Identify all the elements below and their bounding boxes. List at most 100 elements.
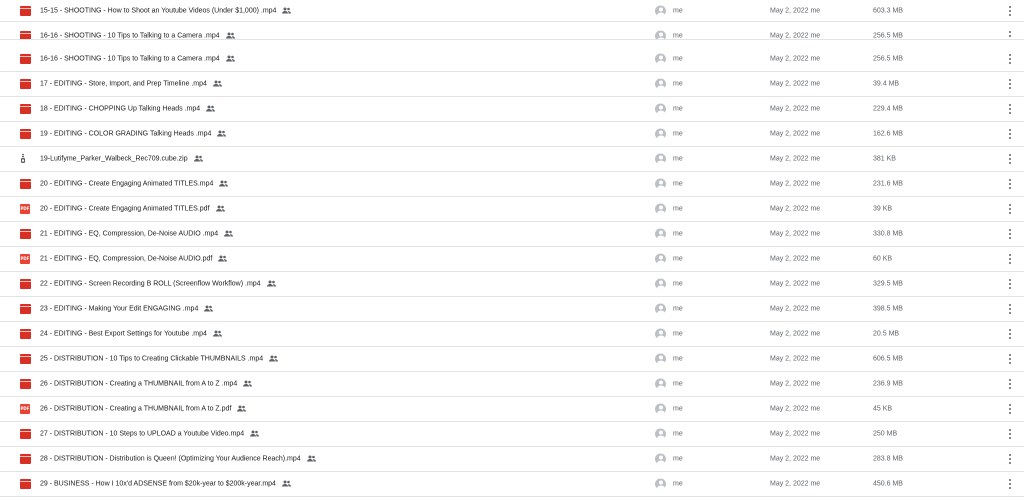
shared-people-icon <box>266 280 276 287</box>
more-vert-icon[interactable] <box>1006 328 1014 340</box>
more-vert-icon[interactable] <box>1006 378 1014 390</box>
file-size: 229.4 MB <box>873 105 903 113</box>
file-name[interactable]: 16-16 - SHOOTING - 10 Tips to Talking to… <box>40 56 235 63</box>
more-vert-icon[interactable] <box>1006 78 1014 90</box>
file-name[interactable]: 26 - DISTRIBUTION - Creating a THUMBNAIL… <box>40 380 253 388</box>
file-name[interactable]: 20 - EDITING - Create Engaging Animated … <box>40 181 229 188</box>
more-vert-icon[interactable] <box>1006 30 1014 39</box>
file-row[interactable]: 16-16 - SHOOTING - 10 Tips to Talking to… <box>0 22 1024 40</box>
pdf-file-icon <box>20 254 30 264</box>
file-row[interactable]: 28 - DISTRIBUTION - Distribution is Quee… <box>0 447 1024 472</box>
owner-label: me <box>673 32 683 40</box>
more-vert-icon[interactable] <box>1006 178 1014 190</box>
file-name-text: 19-Lutifyme_Parker_Walbeck_Rec709.cube.z… <box>40 155 188 163</box>
more-vert-icon[interactable] <box>1006 278 1014 290</box>
file-name[interactable]: 25 - DISTRIBUTION - 10 Tips to Creating … <box>40 355 279 363</box>
file-row[interactable]: 20 - EDITING - Create Engaging Animated … <box>0 172 1024 197</box>
user-avatar-icon <box>655 203 666 215</box>
user-avatar-icon <box>655 328 666 340</box>
shared-people-icon <box>250 430 260 437</box>
more-vert-icon[interactable] <box>1006 453 1014 465</box>
file-size: 603.3 MB <box>873 7 903 14</box>
last-modified: May 2, 2022 me <box>770 280 821 288</box>
more-vert-icon[interactable] <box>1006 153 1014 165</box>
more-vert-icon[interactable] <box>1006 128 1014 140</box>
file-name-text: 21 - EDITING - EQ, Compression, De-Noise… <box>40 230 219 238</box>
file-row[interactable]: 21 - EDITING - EQ, Compression, De-Noise… <box>0 222 1024 247</box>
file-row[interactable]: 20 - EDITING - Create Engaging Animated … <box>0 197 1024 222</box>
shared-people-icon <box>237 405 247 412</box>
zip-file-icon <box>20 154 26 164</box>
file-row[interactable]: 18 - EDITING - CHOPPING Up Talking Heads… <box>0 97 1024 122</box>
file-row[interactable]: 21 - EDITING - EQ, Compression, De-Noise… <box>0 247 1024 272</box>
user-avatar-icon <box>655 403 666 415</box>
more-vert-icon[interactable] <box>1006 428 1014 440</box>
file-name-text: 23 - EDITING - Making Your Edit ENGAGING… <box>40 305 199 313</box>
file-name[interactable]: 28 - DISTRIBUTION - Distribution is Quee… <box>40 456 316 463</box>
file-row[interactable]: 24 - EDITING - Best Export Settings for … <box>0 322 1024 347</box>
owner-label: me <box>673 230 683 238</box>
more-vert-icon[interactable] <box>1006 228 1014 240</box>
file-row[interactable]: 16-16 - SHOOTING - 10 Tips to Talking to… <box>0 47 1024 72</box>
more-vert-icon[interactable] <box>1006 403 1014 415</box>
video-file-icon <box>20 329 31 339</box>
file-name[interactable]: 21 - EDITING - EQ, Compression, De-Noise… <box>40 230 234 238</box>
file-row[interactable]: 26 - DISTRIBUTION - Creating a THUMBNAIL… <box>0 397 1024 422</box>
last-modified: May 2, 2022 me <box>770 430 821 438</box>
file-name[interactable]: 26 - DISTRIBUTION - Creating a THUMBNAIL… <box>40 405 247 413</box>
file-name[interactable]: 19 - EDITING - COLOR GRADING Talking Hea… <box>40 131 227 138</box>
shared-people-icon <box>225 55 235 62</box>
last-modified: May 2, 2022 me <box>770 55 821 63</box>
file-name[interactable]: 21 - EDITING - EQ, Compression, De-Noise… <box>40 256 228 263</box>
shared-people-icon <box>243 380 253 387</box>
file-row[interactable]: 22 - EDITING - Screen Recording B ROLL (… <box>0 272 1024 297</box>
file-name[interactable]: 16-16 - SHOOTING - 10 Tips to Talking to… <box>40 33 235 39</box>
file-size: 606.5 MB <box>873 355 903 363</box>
more-vert-icon[interactable] <box>1006 303 1014 315</box>
file-name-text: 17 - EDITING - Store, Import, and Prep T… <box>40 80 207 88</box>
file-name[interactable]: 18 - EDITING - CHOPPING Up Talking Heads… <box>40 106 216 113</box>
last-modified: May 2, 2022 me <box>770 130 821 138</box>
shared-people-icon <box>193 155 203 162</box>
file-row[interactable]: 25 - DISTRIBUTION - 10 Tips to Creating … <box>0 347 1024 372</box>
file-row[interactable]: 19-Lutifyme_Parker_Walbeck_Rec709.cube.z… <box>0 147 1024 172</box>
file-row[interactable]: 26 - DISTRIBUTION - Creating a THUMBNAIL… <box>0 372 1024 397</box>
file-name[interactable]: 24 - EDITING - Best Export Settings for … <box>40 331 222 338</box>
file-name[interactable]: 23 - EDITING - Making Your Edit ENGAGING… <box>40 305 214 313</box>
file-name[interactable]: 15-15 - SHOOTING - How to Shoot an Youtu… <box>40 7 292 14</box>
video-file-icon <box>20 31 31 39</box>
owner-label: me <box>673 7 683 14</box>
file-name[interactable]: 27 - DISTRIBUTION - 10 Steps to UPLOAD a… <box>40 430 260 438</box>
file-name[interactable]: 29 - BUSINESS - How I 10x'd ADSENSE from… <box>40 481 291 488</box>
file-name[interactable]: 20 - EDITING - Create Engaging Animated … <box>40 206 225 213</box>
file-size: 330.8 MB <box>873 230 903 238</box>
video-file-icon <box>20 5 31 16</box>
file-row[interactable]: 29 - BUSINESS - How I 10x'd ADSENSE from… <box>0 472 1024 497</box>
owner-label: me <box>673 255 683 263</box>
file-name[interactable]: 22 - EDITING - Screen Recording B ROLL (… <box>40 281 276 288</box>
file-row[interactable]: 15-15 - SHOOTING - How to Shoot an Youtu… <box>0 0 1024 22</box>
more-vert-icon[interactable] <box>1006 103 1014 115</box>
last-modified: May 2, 2022 me <box>770 305 821 313</box>
file-row[interactable]: 23 - EDITING - Making Your Edit ENGAGING… <box>0 297 1024 322</box>
user-avatar-icon <box>655 153 666 165</box>
shared-people-icon <box>306 455 316 462</box>
more-vert-icon[interactable] <box>1006 353 1014 365</box>
user-avatar-icon <box>655 30 666 39</box>
shared-people-icon <box>215 205 225 212</box>
file-row[interactable]: 27 - DISTRIBUTION - 10 Steps to UPLOAD a… <box>0 422 1024 447</box>
more-vert-icon[interactable] <box>1006 53 1014 65</box>
more-vert-icon[interactable] <box>1006 478 1014 490</box>
file-name-text: 25 - DISTRIBUTION - 10 Tips to Creating … <box>40 355 264 363</box>
file-name[interactable]: 19-Lutifyme_Parker_Walbeck_Rec709.cube.z… <box>40 156 203 163</box>
shared-people-icon <box>212 330 222 337</box>
user-avatar-icon <box>655 228 666 240</box>
file-row[interactable]: 17 - EDITING - Store, Import, and Prep T… <box>0 72 1024 97</box>
more-vert-icon[interactable] <box>1006 203 1014 215</box>
file-name[interactable]: 17 - EDITING - Store, Import, and Prep T… <box>40 81 222 88</box>
more-vert-icon[interactable] <box>1006 5 1014 17</box>
more-vert-icon[interactable] <box>1006 253 1014 265</box>
file-row[interactable]: 19 - EDITING - COLOR GRADING Talking Hea… <box>0 122 1024 147</box>
file-name-text: 15-15 - SHOOTING - How to Shoot an Youtu… <box>40 7 277 14</box>
video-file-icon <box>20 79 31 89</box>
